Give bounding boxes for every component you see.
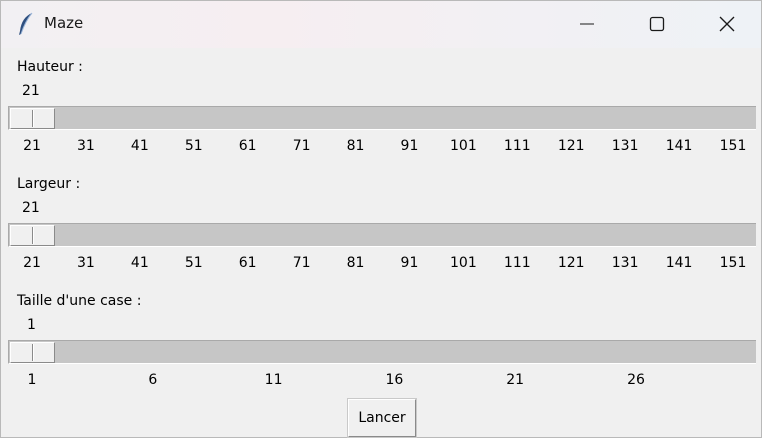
tick-label: 111 — [503, 255, 531, 271]
tick-label: 111 — [503, 138, 531, 154]
tick-label: 61 — [238, 138, 257, 154]
width-tick-labels: 21 31 41 51 61 71 81 91 101 111 121 131 141 151 — [1, 255, 762, 273]
tick-label: 71 — [292, 255, 311, 271]
tick-label: 31 — [77, 138, 95, 154]
height-value: 21 — [22, 83, 40, 99]
cell-size-tick-labels: 1 6 11 16 21 26 — [1, 372, 762, 390]
close-button[interactable] — [692, 1, 762, 47]
tick-label: 41 — [130, 138, 149, 154]
tick-label: 6 — [148, 372, 158, 388]
slider-grip — [32, 227, 34, 244]
tick-label: 31 — [77, 255, 95, 271]
maze-window: Maze Hauteur : 21 21 31 41 51 61 71 81 91 101 111… — [0, 0, 762, 438]
tick-label: 21 — [23, 255, 41, 271]
tick-label: 141 — [665, 255, 693, 271]
height-slider-handle[interactable] — [10, 108, 55, 129]
height-label: Hauteur : — [17, 59, 83, 75]
tick-label: 16 — [385, 372, 404, 388]
tick-label: 41 — [130, 255, 149, 271]
tick-label: 101 — [450, 255, 477, 271]
cell-size-slider[interactable] — [8, 340, 756, 364]
tick-label: 121 — [557, 138, 585, 154]
slider-grip — [32, 344, 34, 361]
tick-label: 81 — [346, 255, 365, 271]
maximize-button[interactable] — [622, 1, 692, 47]
tick-label: 91 — [400, 255, 419, 271]
width-label: Largeur : — [17, 176, 81, 192]
tick-label: 61 — [238, 255, 257, 271]
width-slider[interactable] — [8, 223, 756, 247]
tick-label: 131 — [611, 255, 639, 271]
close-icon — [719, 16, 735, 32]
launch-button[interactable]: Lancer — [347, 398, 417, 438]
tick-label: 21 — [23, 138, 41, 154]
feather-icon — [17, 12, 35, 36]
slider-grip — [32, 110, 34, 127]
cell-size-slider-handle[interactable] — [10, 342, 55, 363]
tick-label: 91 — [400, 138, 419, 154]
window-title: Maze — [44, 14, 84, 32]
tick-label: 11 — [264, 372, 283, 388]
tick-label: 151 — [719, 138, 747, 154]
tick-label: 131 — [611, 138, 639, 154]
maximize-icon — [649, 16, 665, 32]
height-tick-labels: 21 31 41 51 61 71 81 91 101 111 121 131 141 151 — [1, 138, 762, 156]
tick-label: 121 — [557, 255, 585, 271]
height-slider[interactable] — [8, 106, 756, 130]
tick-label: 141 — [665, 138, 693, 154]
title-bar[interactable]: Maze — [1, 1, 761, 48]
tick-label: 1 — [27, 372, 37, 388]
minimize-icon — [580, 23, 594, 25]
tick-label: 51 — [184, 255, 203, 271]
tick-label: 26 — [627, 372, 645, 388]
cell-size-value: 1 — [27, 317, 36, 333]
tick-label: 71 — [292, 138, 311, 154]
tick-label: 151 — [719, 255, 747, 271]
tick-label: 21 — [506, 372, 525, 388]
minimize-button[interactable] — [552, 1, 622, 47]
cell-size-label: Taille d'une case : — [17, 293, 142, 309]
tick-label: 101 — [450, 138, 477, 154]
tick-label: 81 — [346, 138, 365, 154]
width-value: 21 — [22, 200, 40, 216]
tick-label: 51 — [184, 138, 203, 154]
width-slider-handle[interactable] — [10, 225, 55, 246]
